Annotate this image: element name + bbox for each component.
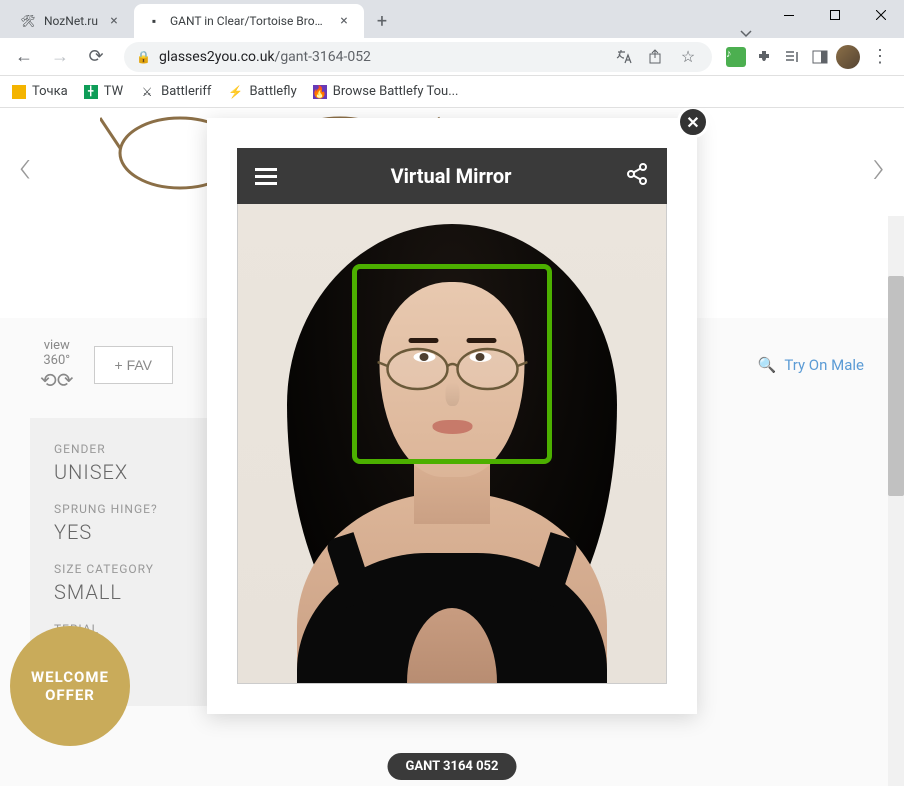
model-image: [238, 204, 666, 683]
share-icon[interactable]: [644, 45, 668, 69]
scroll-thumb[interactable]: [888, 276, 904, 496]
close-window-button[interactable]: [858, 0, 904, 30]
url-text: glasses2you.co.uk/gant-3164-052: [159, 49, 604, 65]
panel-icon[interactable]: [808, 45, 832, 69]
bookmark-4[interactable]: 🔥Browse Battlefy Tou...: [313, 84, 459, 99]
minimize-button[interactable]: [766, 0, 812, 30]
mirror-preview: [237, 204, 667, 684]
reading-list-icon[interactable]: [780, 45, 804, 69]
bookmark-2[interactable]: ⚔Battleriff: [139, 84, 211, 100]
titlebar: 🛠 NozNet.ru × ▪ GANT in Clear/Tortoise B…: [0, 0, 904, 38]
modal-close-button[interactable]: ✕: [677, 108, 709, 138]
tab-0[interactable]: 🛠 NozNet.ru ×: [8, 4, 134, 38]
address-bar[interactable]: 🔒 glasses2you.co.uk/gant-3164-052 ☆: [124, 42, 712, 72]
close-icon[interactable]: ×: [336, 13, 352, 29]
extensions-icon[interactable]: [752, 45, 776, 69]
mirror-title: Virtual Mirror: [277, 164, 625, 188]
translate-icon[interactable]: [612, 45, 636, 69]
scrollbar[interactable]: [888, 216, 904, 786]
modal-overlay: ✕ Virtual Mirror: [0, 108, 904, 786]
page-content: ‹ › view 360° ⟲⟳ + FAV 🔍 Try On Male GEN…: [0, 108, 904, 786]
reload-button[interactable]: ⟳: [80, 41, 112, 73]
window-controls: [766, 0, 904, 30]
virtual-mirror-modal: ✕ Virtual Mirror: [207, 118, 697, 714]
profile-avatar[interactable]: [836, 45, 860, 69]
bookmark-0[interactable]: Точка: [12, 84, 68, 99]
bookmarks-bar: Точка ╋TW ⚔Battleriff ⚡Battlefly 🔥Browse…: [0, 76, 904, 108]
forward-button[interactable]: →: [44, 41, 76, 73]
mirror-header: Virtual Mirror: [237, 148, 667, 204]
face-detection-box: [352, 264, 552, 464]
star-icon[interactable]: ☆: [676, 45, 700, 69]
maximize-button[interactable]: [812, 0, 858, 30]
close-icon[interactable]: ×: [106, 13, 122, 29]
bookmark-1[interactable]: ╋TW: [84, 84, 123, 99]
menu-button[interactable]: ⋮: [864, 41, 896, 73]
new-tab-button[interactable]: +: [368, 7, 396, 35]
tab-title: NozNet.ru: [44, 14, 98, 28]
back-button[interactable]: ←: [8, 41, 40, 73]
tab-1[interactable]: ▪ GANT in Clear/Tortoise Brown A ×: [134, 4, 364, 38]
tab-favicon: ▪: [146, 13, 162, 29]
tabs: 🛠 NozNet.ru × ▪ GANT in Clear/Tortoise B…: [0, 4, 726, 38]
extension-music-icon[interactable]: ♪: [724, 45, 748, 69]
tab-favicon: 🛠: [20, 13, 36, 29]
hamburger-icon[interactable]: [255, 168, 277, 185]
bookmark-3[interactable]: ⚡Battlefly: [227, 84, 296, 100]
tab-title: GANT in Clear/Tortoise Brown A: [170, 14, 328, 28]
share-icon[interactable]: [625, 162, 649, 190]
toolbar: ← → ⟳ 🔒 glasses2you.co.uk/gant-3164-052 …: [0, 38, 904, 76]
browser-window: 🛠 NozNet.ru × ▪ GANT in Clear/Tortoise B…: [0, 0, 904, 786]
lock-icon: 🔒: [136, 50, 151, 64]
chevron-down-icon[interactable]: [726, 30, 766, 38]
